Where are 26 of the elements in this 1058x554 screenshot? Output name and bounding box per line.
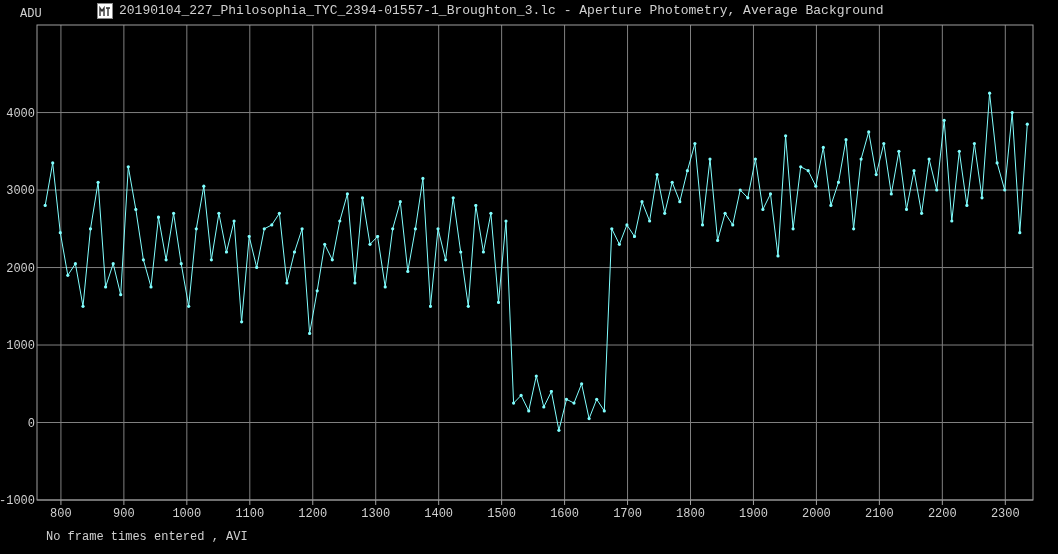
x-tick-label: 900	[113, 507, 135, 521]
x-tick-label: 1100	[235, 507, 265, 521]
x-tick-label: 2100	[865, 507, 894, 521]
x-tick-label: 1500	[487, 507, 517, 521]
x-tick-label: 2200	[927, 507, 957, 521]
y-tick-label: 3000	[6, 184, 35, 199]
y-tick-label: -1000	[0, 494, 35, 508]
y-tick-label: 2000	[6, 261, 35, 276]
x-tick-label: 1200	[298, 507, 328, 521]
x-tick-label: 1700	[613, 507, 642, 521]
x-tick-label: 1000	[172, 507, 202, 521]
x-tick-label: 1900	[739, 507, 768, 521]
x-tick-label: 1800	[676, 507, 705, 521]
x-tick-label: 2300	[990, 507, 1020, 521]
x-tick-label: 2000	[802, 507, 831, 521]
y-tick-label: 0	[27, 416, 35, 431]
y-tick-label: 1000	[6, 339, 35, 353]
y-tick-label: 4000	[6, 106, 35, 121]
window-title: 20190104_227_Philosophia_TYC_2394-01557-1_Broughton_3.lc - Aperture Photometry, Average Background	[119, 2, 884, 21]
app-icon	[97, 3, 113, 19]
x-tick-label: 1600	[550, 507, 579, 521]
x-tick-label: 800	[50, 507, 72, 521]
x-tick-label: 1400	[424, 507, 454, 521]
y-axis-label: ADU	[20, 6, 42, 23]
x-tick-label: 1300	[361, 507, 391, 521]
status-text: No frame times entered , AVI	[45, 529, 249, 546]
